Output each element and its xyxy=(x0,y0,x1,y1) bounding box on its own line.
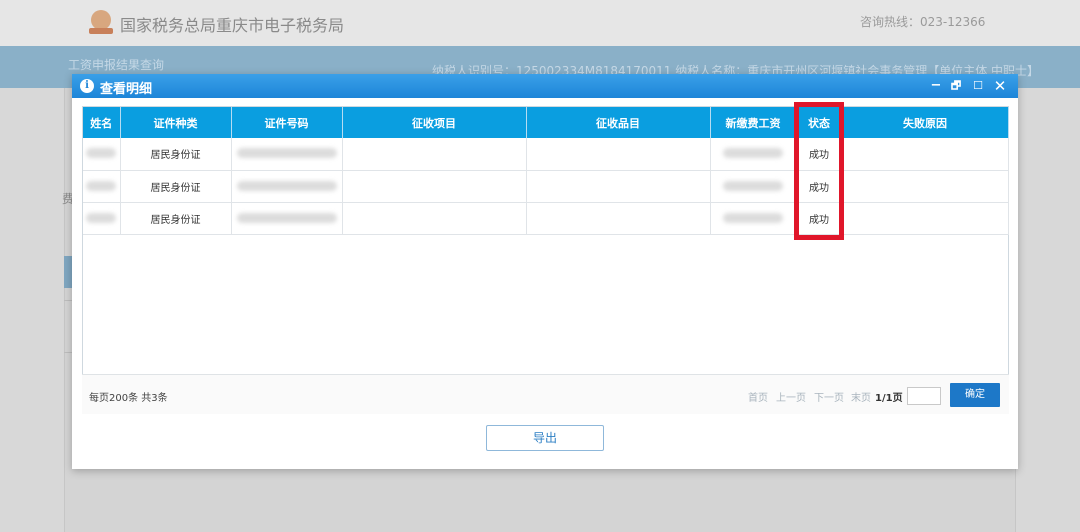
column-header-new-wage[interactable]: 新缴费工资 xyxy=(710,107,797,138)
info-icon: i xyxy=(80,79,94,93)
column-header-id-type[interactable]: 证件种类 xyxy=(120,107,232,138)
restore-button[interactable]: 🗗 xyxy=(948,77,964,95)
column-header-failure-reason[interactable]: 失败原因 xyxy=(842,107,1009,138)
cell-id-type: 居民身份证 xyxy=(120,202,232,235)
column-header-id-number[interactable]: 证件号码 xyxy=(231,107,343,138)
cell-failure-reason xyxy=(842,202,1009,235)
dialog-titlebar[interactable]: i 查看明细 − 🗗 ☐ ✕ xyxy=(72,74,1018,98)
maximize-button[interactable]: ☐ xyxy=(970,77,986,95)
go-page-button[interactable]: 确定 xyxy=(950,383,1000,407)
pagination-bar: 每页200条 共3条 首页 上一页 下一页 末页 1/1页 确定 xyxy=(82,374,1009,414)
cell-new-wage xyxy=(710,202,797,235)
cell-name xyxy=(83,138,121,171)
column-header-name[interactable]: 姓名 xyxy=(83,107,121,138)
redacted-name xyxy=(86,212,117,223)
table-row[interactable]: 居民身份证 成功 xyxy=(83,202,1009,235)
redacted-wage xyxy=(723,148,783,159)
cell-failure-reason xyxy=(842,138,1009,171)
table-header-row: 姓名 证件种类 证件号码 征收项目 征收品目 新缴费工资 状态 失败原因 xyxy=(83,107,1009,138)
site-title: 国家税务总局重庆市电子税务局 xyxy=(120,16,345,35)
close-button[interactable]: ✕ xyxy=(992,77,1008,95)
cell-levy-category xyxy=(526,170,711,203)
page-number-input[interactable] xyxy=(907,387,941,405)
cell-id-number xyxy=(231,170,343,203)
page-count: 1/1页 xyxy=(875,393,903,404)
column-header-levy-item[interactable]: 征收项目 xyxy=(342,107,527,138)
table-row[interactable]: 居民身份证 成功 xyxy=(83,170,1009,203)
divider xyxy=(64,352,72,353)
detail-dialog: i 查看明细 − 🗗 ☐ ✕ 姓名 证件种类 证件号码 征收项目 征收品目 新缴… xyxy=(72,74,1018,469)
dialog-title: 查看明细 xyxy=(100,82,153,97)
redacted-id-number xyxy=(236,180,337,191)
redacted-wage xyxy=(723,180,783,191)
minimize-button[interactable]: − xyxy=(928,77,944,95)
cell-levy-item xyxy=(342,202,527,235)
divider xyxy=(64,300,72,301)
redacted-name xyxy=(86,180,117,191)
cell-new-wage xyxy=(710,138,797,171)
first-page-link[interactable]: 首页 xyxy=(748,389,768,404)
table-row[interactable]: 居民身份证 成功 xyxy=(83,138,1009,171)
redacted-wage xyxy=(723,212,783,223)
page-size-info: 每页200条 共3条 xyxy=(89,393,168,404)
redacted-name xyxy=(86,148,117,159)
redacted-id-number xyxy=(236,212,337,223)
detail-table: 姓名 证件种类 证件号码 征收项目 征收品目 新缴费工资 状态 失败原因 居民身… xyxy=(82,106,1009,414)
last-page-link[interactable]: 末页 xyxy=(851,389,871,404)
cell-levy-item xyxy=(342,170,527,203)
cell-name xyxy=(83,170,121,203)
prev-page-link[interactable]: 上一页 xyxy=(776,389,806,404)
cell-levy-item xyxy=(342,138,527,171)
cell-id-number xyxy=(231,202,343,235)
side-tab-marker xyxy=(64,256,72,288)
column-header-levy-category[interactable]: 征收品目 xyxy=(526,107,711,138)
export-button[interactable]: 导出 xyxy=(486,425,604,451)
cell-id-type: 居民身份证 xyxy=(120,138,232,171)
tax-emblem-icon xyxy=(88,8,114,36)
cell-new-wage xyxy=(710,170,797,203)
cell-name xyxy=(83,202,121,235)
next-page-link[interactable]: 下一页 xyxy=(814,389,844,404)
cell-id-number xyxy=(231,138,343,171)
site-header: 国家税务总局重庆市电子税务局 咨询热线：023-12366 xyxy=(0,0,1080,46)
redacted-id-number xyxy=(236,148,337,159)
cell-id-type: 居民身份证 xyxy=(120,170,232,203)
cell-levy-category xyxy=(526,138,711,171)
status-column-highlight xyxy=(794,102,844,240)
cell-failure-reason xyxy=(842,170,1009,203)
cell-levy-category xyxy=(526,202,711,235)
page-breadcrumb: 工资申报结果查询 xyxy=(68,58,165,72)
hotline: 咨询热线：023-12366 xyxy=(860,15,986,29)
